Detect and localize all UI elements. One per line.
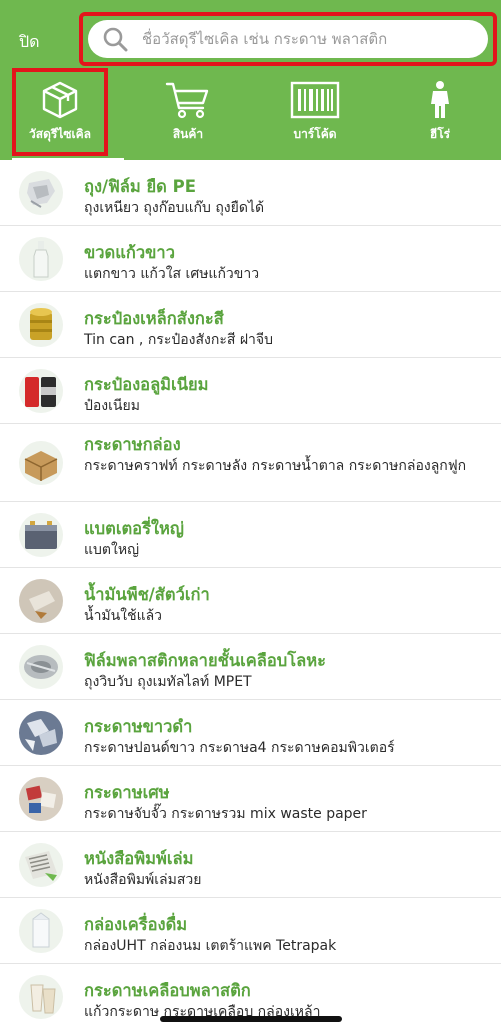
item-thumbnail xyxy=(19,711,63,755)
home-indicator xyxy=(160,1016,342,1022)
item-description: น้ำมันใช้แล้ว xyxy=(84,608,163,624)
tab-products[interactable]: สินค้า xyxy=(143,66,233,160)
list-item[interactable]: แบตเตอรี่ใหญ่ แบตใหญ่ xyxy=(0,502,501,568)
item-description: Tin can , กระป๋องสังกะสี ฝาจีบ xyxy=(84,332,274,348)
barcode-icon xyxy=(290,81,340,119)
item-thumbnail xyxy=(19,369,63,413)
list-item[interactable]: กระป๋องอลูมิเนียม ป๋องเนียม xyxy=(0,358,501,424)
item-description: กระดาษปอนด์ขาว กระดาษa4 กระดาษคอมพิวเตอร… xyxy=(84,740,395,756)
box-icon xyxy=(42,81,78,119)
search-highlight xyxy=(79,12,497,66)
list-item[interactable]: ถุง/ฟิล์ม ยืด PE ถุงเหนียว ถุงก๊อบแก๊บ ถ… xyxy=(0,160,501,226)
item-description: กระดาษจับจั๊ว กระดาษรวม mix waste paper xyxy=(84,806,367,822)
item-thumbnail xyxy=(19,843,63,887)
search-icon xyxy=(103,27,128,52)
tab-materials-label: วัสดุรีไซเคิล xyxy=(29,127,91,141)
item-description: ถุงวิบวับ ถุงเมทัลไลท์ MPET xyxy=(84,674,252,690)
category-tabs: วัสดุรีไซเคิล สินค้า บาร์โค้ด ฮีโร่ xyxy=(0,66,501,160)
item-thumbnail xyxy=(19,171,63,215)
list-item[interactable]: กระดาษเศษ กระดาษจับจั๊ว กระดาษรวม mix wa… xyxy=(0,766,501,832)
item-thumbnail xyxy=(19,909,63,953)
search-input[interactable] xyxy=(142,24,488,54)
materials-list: ถุง/ฟิล์ม ยืด PE ถุงเหนียว ถุงก๊อบแก๊บ ถ… xyxy=(0,160,501,1024)
list-item[interactable]: กระป๋องเหล็กสังกะสี Tin can , กระป๋องสัง… xyxy=(0,292,501,358)
item-thumbnail xyxy=(19,645,63,689)
tab-barcode[interactable]: บาร์โค้ด xyxy=(270,66,360,160)
item-description: ถุงเหนียว ถุงก๊อบแก๊บ ถุงยืดได้ xyxy=(84,200,265,216)
item-description: หนังสือพิมพ์เล่มสวย xyxy=(84,872,202,888)
tab-hero[interactable]: ฮีโร่ xyxy=(395,66,485,160)
item-thumbnail xyxy=(19,579,63,623)
tab-products-label: สินค้า xyxy=(172,127,204,141)
search-field[interactable] xyxy=(88,20,488,58)
item-thumbnail xyxy=(19,777,63,821)
list-item[interactable]: ขวดแก้วขาว แตกขาว แก้วใส เศษแก้วขาว xyxy=(0,226,501,292)
list-item[interactable]: กระดาษเคลือบพลาสติก แก้วกระดาษ กระดาษเคล… xyxy=(0,964,501,1024)
item-thumbnail xyxy=(19,441,63,485)
tab-hero-label: ฮีโร่ xyxy=(429,127,451,141)
item-description: กล่องUHT กล่องนม เตตร้าแพค Tetrapak xyxy=(84,938,337,954)
list-item[interactable]: กล่องเครื่องดื่ม กล่องUHT กล่องนม เตตร้า… xyxy=(0,898,501,964)
item-thumbnail xyxy=(19,975,63,1019)
item-thumbnail xyxy=(19,513,63,557)
list-item[interactable]: ฟิล์มพลาสติกหลายชั้นเคลือบโลหะ ถุงวิบวับ… xyxy=(0,634,501,700)
item-description: แบตใหญ่ xyxy=(84,542,139,558)
close-button[interactable]: ปิด xyxy=(19,30,40,55)
item-thumbnail xyxy=(19,237,63,281)
item-description: แตกขาว แก้วใส เศษแก้วขาว xyxy=(84,266,260,282)
list-item[interactable]: กระดาษกล่อง กระดาษคราฟท์ กระดาษลัง กระดา… xyxy=(0,424,501,502)
list-item[interactable]: กระดาษขาวดำ กระดาษปอนด์ขาว กระดาษa4 กระด… xyxy=(0,700,501,766)
tab-barcode-label: บาร์โค้ด xyxy=(293,127,337,141)
item-thumbnail xyxy=(19,303,63,347)
list-item[interactable]: น้ำมันพืช/สัตว์เก่า น้ำมันใช้แล้ว xyxy=(0,568,501,634)
tab-materials[interactable]: วัสดุรีไซเคิล xyxy=(12,66,108,160)
item-description: กระดาษคราฟท์ กระดาษลัง กระดาษน้ำตาล กระด… xyxy=(84,458,467,474)
hero-icon xyxy=(431,81,449,118)
cart-icon xyxy=(165,82,209,119)
item-description: ป๋องเนียม xyxy=(84,398,140,414)
list-item[interactable]: หนังสือพิมพ์เล่ม หนังสือพิมพ์เล่มสวย xyxy=(0,832,501,898)
header-bar: ปิด วัสดุรีไซเคิล xyxy=(0,0,501,160)
